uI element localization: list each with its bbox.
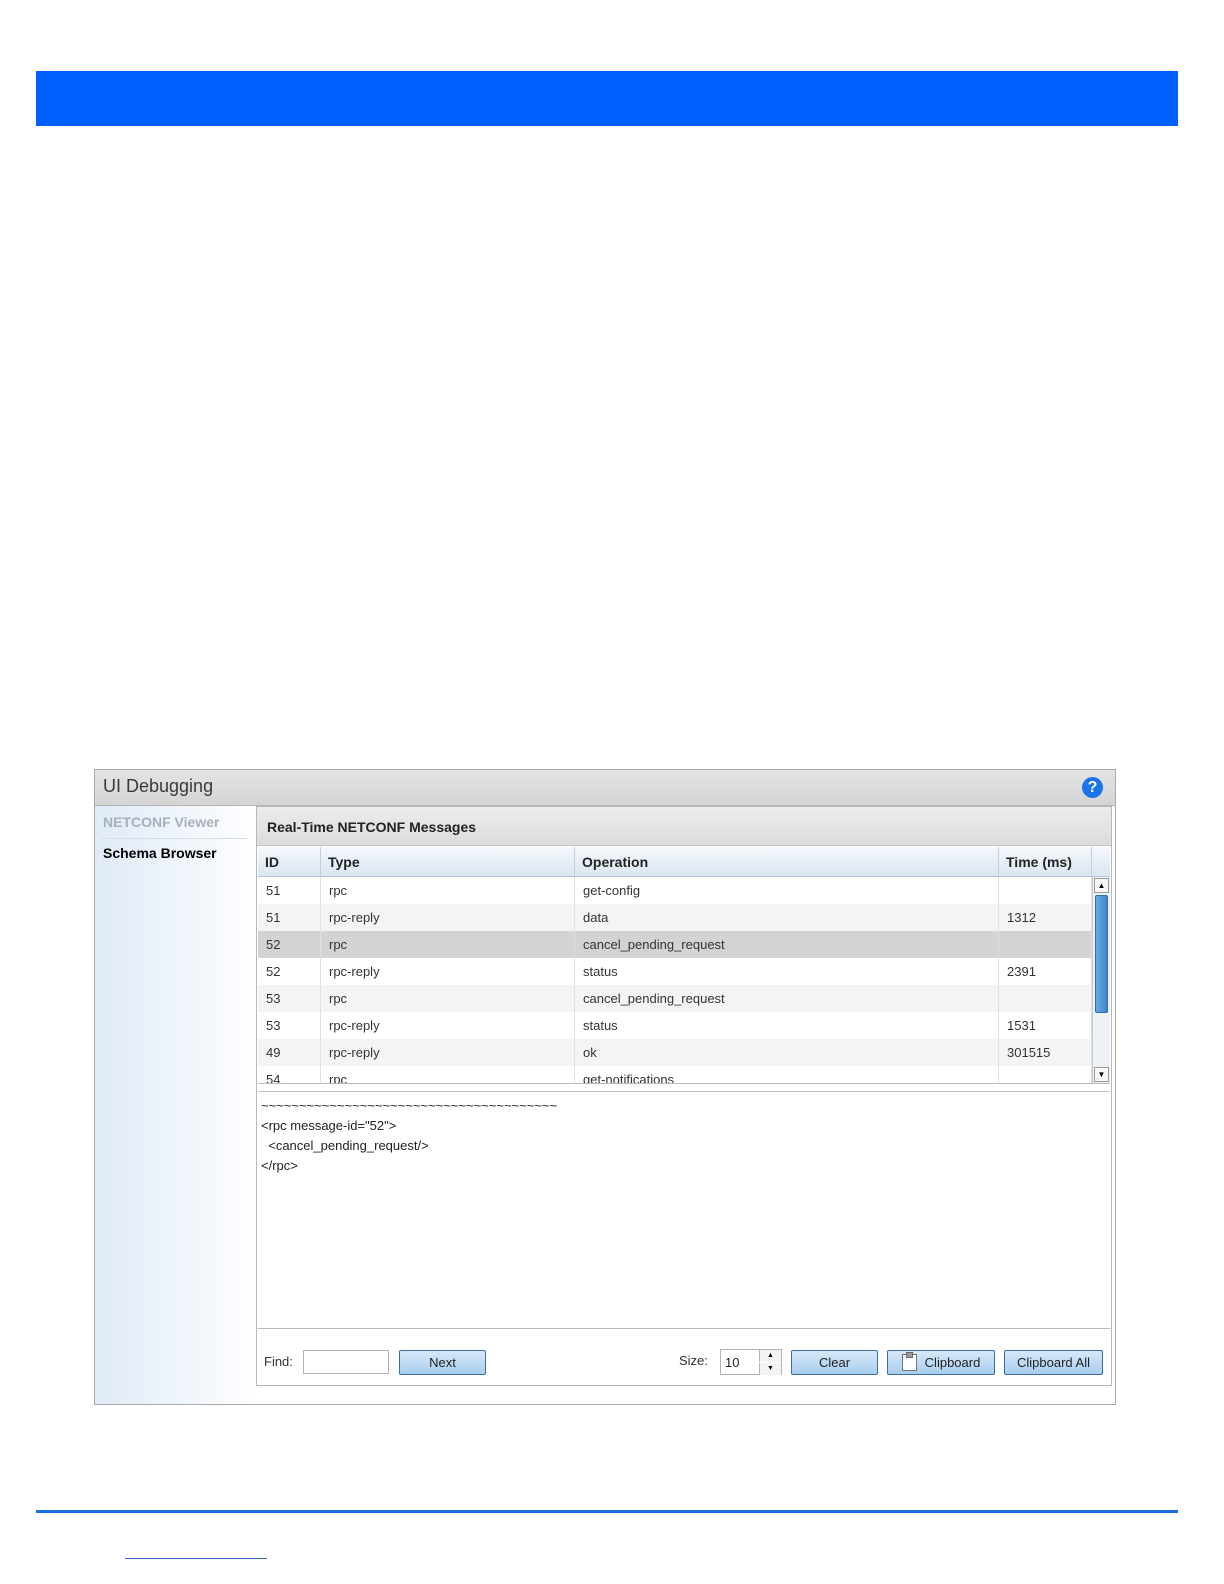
top-banner (36, 71, 1178, 126)
cell-time (999, 1066, 1092, 1083)
cell-operation: cancel_pending_request (575, 931, 999, 958)
size-stepper[interactable]: 10 ▲ ▼ (720, 1349, 782, 1375)
message-detail-view[interactable]: ~~~~~~~~~~~~~~~~~~~~~~~~~~~~~~~~~~~~~~~ … (258, 1091, 1110, 1329)
help-icon[interactable]: ? (1082, 777, 1103, 798)
cell-time (999, 931, 1092, 958)
cell-type: rpc-reply (321, 1012, 575, 1039)
cell-time: 301515 (999, 1039, 1092, 1066)
find-input[interactable] (303, 1350, 389, 1374)
column-header-operation[interactable]: Operation (575, 847, 999, 877)
clipboard-button-label: Clipboard (924, 1355, 981, 1370)
table-header: ID Type Operation Time (ms) (258, 847, 1110, 877)
cell-time: 1312 (999, 904, 1092, 931)
cell-type: rpc-reply (321, 904, 575, 931)
clipboard-button[interactable]: Clipboard (887, 1350, 995, 1375)
cell-time (999, 877, 1092, 904)
table-row[interactable]: 54 rpc get-notifications (258, 1066, 1092, 1083)
table-row-selected[interactable]: 52 rpc cancel_pending_request (258, 931, 1092, 958)
column-header-type[interactable]: Type (321, 847, 575, 877)
sidebar-divider (101, 838, 247, 839)
detail-line: ~~~~~~~~~~~~~~~~~~~~~~~~~~~~~~~~~~~~~~~ (261, 1098, 558, 1113)
cell-operation: data (575, 904, 999, 931)
clipboard-all-button[interactable]: Clipboard All (1004, 1350, 1103, 1375)
detail-line: </rpc> (261, 1158, 298, 1173)
column-header-time[interactable]: Time (ms) (999, 847, 1092, 877)
cell-operation: status (575, 958, 999, 985)
sidebar-item-netconf-viewer[interactable]: NETCONF Viewer (103, 814, 219, 830)
cell-operation: status (575, 1012, 999, 1039)
sidebar: NETCONF Viewer Schema Browser (95, 806, 255, 1404)
cell-id: 53 (258, 1012, 321, 1039)
cell-id: 52 (258, 931, 321, 958)
cell-type: rpc (321, 985, 575, 1012)
controls-bar: Find: Next Size: 10 ▲ ▼ Clear Clipboard … (258, 1333, 1110, 1385)
cell-time (999, 985, 1092, 1012)
cell-operation: get-config (575, 877, 999, 904)
footer-link-underline[interactable] (125, 1558, 267, 1559)
cell-id: 52 (258, 958, 321, 985)
column-header-id[interactable]: ID (258, 847, 321, 877)
ui-debugging-window: UI Debugging ? NETCONF Viewer Schema Bro… (94, 769, 1116, 1405)
detail-line: <rpc message-id="52"> (261, 1118, 397, 1133)
footer-rule (36, 1510, 1178, 1513)
find-label: Find: (264, 1354, 293, 1369)
cell-type: rpc-reply (321, 958, 575, 985)
cell-type: rpc (321, 1066, 575, 1083)
cell-type: rpc-reply (321, 1039, 575, 1066)
scrollbar-thumb[interactable] (1095, 895, 1108, 1013)
spin-up-icon[interactable]: ▲ (759, 1350, 781, 1362)
clear-button[interactable]: Clear (791, 1350, 878, 1375)
cell-operation: ok (575, 1039, 999, 1066)
table-row[interactable]: 53 rpc-reply status 1531 (258, 1012, 1092, 1039)
cell-id: 51 (258, 877, 321, 904)
table-row[interactable]: 51 rpc get-config (258, 877, 1092, 904)
panel-header: Real-Time NETCONF Messages (257, 807, 1111, 846)
spin-down-icon[interactable]: ▼ (759, 1363, 781, 1375)
cell-type: rpc (321, 877, 575, 904)
panel-title: Real-Time NETCONF Messages (267, 819, 477, 835)
window-titlebar: UI Debugging ? (95, 770, 1115, 806)
detail-line: <cancel_pending_request/> (261, 1138, 429, 1153)
size-label: Size: (679, 1353, 708, 1368)
cell-id: 51 (258, 904, 321, 931)
messages-table: ID Type Operation Time (ms) 51 rpc get-c… (258, 847, 1110, 1084)
cell-time: 1531 (999, 1012, 1092, 1039)
cell-time: 2391 (999, 958, 1092, 985)
cell-operation: cancel_pending_request (575, 985, 999, 1012)
cell-operation: get-notifications (575, 1066, 999, 1083)
clipboard-icon (901, 1352, 917, 1372)
table-row[interactable]: 53 rpc cancel_pending_request (258, 985, 1092, 1012)
sidebar-item-schema-browser[interactable]: Schema Browser (103, 845, 217, 861)
size-value: 10 (725, 1355, 740, 1370)
cell-id: 54 (258, 1066, 321, 1083)
table-row[interactable]: 51 rpc-reply data 1312 (258, 904, 1092, 931)
table-body: 51 rpc get-config 51 rpc-reply data 1312… (258, 877, 1092, 1083)
cell-type: rpc (321, 931, 575, 958)
netconf-messages-panel: Real-Time NETCONF Messages ID Type Opera… (256, 806, 1112, 1386)
table-row[interactable]: 49 rpc-reply ok 301515 (258, 1039, 1092, 1066)
next-button[interactable]: Next (399, 1350, 486, 1375)
cell-id: 49 (258, 1039, 321, 1066)
scroll-up-icon[interactable]: ▲ (1094, 878, 1109, 893)
cell-id: 53 (258, 985, 321, 1012)
table-row[interactable]: 52 rpc-reply status 2391 (258, 958, 1092, 985)
scroll-down-icon[interactable]: ▼ (1094, 1067, 1109, 1082)
table-scrollbar[interactable]: ▲ ▼ (1092, 877, 1110, 1083)
window-title: UI Debugging (103, 776, 214, 796)
